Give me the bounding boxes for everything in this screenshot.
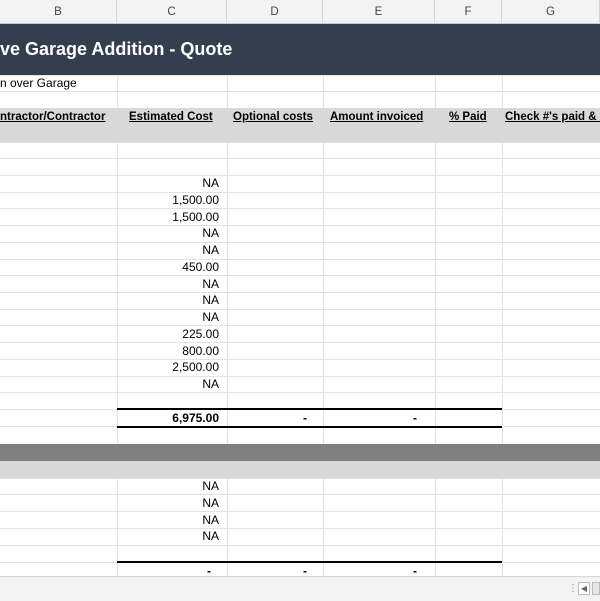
header-label: % Paid bbox=[449, 110, 487, 123]
column-letter: D bbox=[270, 5, 279, 18]
header-optional-costs[interactable]: Optional costs bbox=[233, 108, 321, 125]
gridline bbox=[0, 75, 600, 76]
total-optional-costs[interactable]: - bbox=[227, 409, 307, 427]
column-header-d[interactable]: D bbox=[227, 0, 323, 24]
gridline bbox=[0, 478, 600, 479]
total-amount-invoiced[interactable]: - bbox=[323, 409, 417, 427]
section-band bbox=[0, 461, 600, 478]
header-label: Amount invoiced bbox=[330, 110, 424, 123]
gridline bbox=[0, 175, 600, 176]
estimated-cost-cell[interactable]: NA bbox=[117, 225, 223, 242]
estimated-cost-cell[interactable]: NA bbox=[117, 528, 223, 545]
column-letter: E bbox=[374, 5, 383, 18]
header-subcontractor[interactable]: ntractor/Contractor bbox=[0, 108, 115, 125]
gridline bbox=[0, 242, 600, 243]
column-header-b[interactable]: B bbox=[0, 0, 117, 24]
horizontal-scrollbar-area: ⋮ ◀ bbox=[0, 576, 600, 601]
estimated-cost-cell[interactable]: 2,500.00 bbox=[117, 359, 223, 376]
gridline bbox=[0, 158, 600, 159]
section-divider-band bbox=[0, 444, 600, 461]
gridline bbox=[0, 392, 600, 393]
quote-title-banner: ve Garage Addition - Quote bbox=[0, 24, 600, 75]
page-title: ve Garage Addition - Quote bbox=[0, 39, 233, 59]
scroll-left-arrow-icon[interactable]: ◀ bbox=[578, 582, 590, 595]
header-label: ntractor/Contractor bbox=[0, 110, 106, 123]
gridline bbox=[0, 192, 600, 193]
column-letter: B bbox=[54, 5, 62, 18]
gridline bbox=[0, 259, 600, 260]
column-header-e[interactable]: E bbox=[323, 0, 435, 24]
estimated-cost-cell[interactable]: NA bbox=[117, 376, 223, 393]
header-estimated-cost[interactable]: Estimated Cost bbox=[129, 108, 225, 125]
estimated-cost-cell[interactable]: NA bbox=[117, 276, 223, 293]
column-header-c[interactable]: C bbox=[117, 0, 227, 24]
gridline bbox=[0, 528, 600, 529]
column-letter: G bbox=[546, 5, 555, 18]
gridline bbox=[0, 325, 600, 326]
header-label: Estimated Cost bbox=[129, 110, 213, 123]
gridline bbox=[0, 511, 600, 512]
gridline bbox=[0, 359, 600, 360]
gridline bbox=[0, 376, 600, 377]
gridline bbox=[0, 309, 600, 310]
header-amount-invoiced[interactable]: Amount invoiced bbox=[330, 108, 434, 125]
column-header-g[interactable]: G bbox=[502, 0, 600, 24]
subtitle-text: n over Garage bbox=[0, 76, 77, 90]
header-pct-paid[interactable]: % Paid bbox=[449, 108, 501, 125]
gridline bbox=[0, 275, 600, 276]
estimated-cost-cell[interactable]: 450.00 bbox=[117, 259, 223, 276]
estimated-cost-cell[interactable]: NA bbox=[117, 292, 223, 309]
total-estimated-cost[interactable]: 6,975.00 bbox=[117, 409, 223, 427]
scroll-separator-icon[interactable]: ⋮ bbox=[568, 584, 578, 594]
estimated-cost-cell[interactable]: NA bbox=[117, 175, 223, 192]
column-header-f[interactable]: F bbox=[435, 0, 502, 24]
estimated-cost-cell[interactable]: NA bbox=[117, 512, 223, 529]
estimated-cost-cell[interactable]: NA bbox=[117, 242, 223, 259]
gridline bbox=[0, 142, 600, 143]
gridline bbox=[0, 494, 600, 495]
estimated-cost-cell[interactable]: 1,500.00 bbox=[117, 192, 223, 209]
section-band bbox=[0, 125, 600, 142]
gridline bbox=[0, 225, 600, 226]
scrollbar-track[interactable] bbox=[592, 582, 600, 595]
column-letter: F bbox=[464, 5, 472, 18]
subtitle-cell[interactable]: n over Garage bbox=[0, 75, 77, 92]
estimated-cost-cell[interactable]: 225.00 bbox=[117, 326, 223, 343]
estimated-cost-cell[interactable]: 1,500.00 bbox=[117, 209, 223, 226]
header-label: Check #'s paid & d bbox=[505, 110, 600, 123]
gridline bbox=[0, 292, 600, 293]
gridline bbox=[0, 91, 600, 92]
header-check-paid[interactable]: Check #'s paid & d bbox=[505, 108, 600, 125]
estimated-cost-cell[interactable]: NA bbox=[117, 309, 223, 326]
estimated-cost-cell[interactable]: NA bbox=[117, 495, 223, 512]
column-letter: C bbox=[167, 5, 176, 18]
estimated-cost-cell[interactable]: NA bbox=[117, 478, 223, 495]
gridline bbox=[0, 545, 600, 546]
gridline bbox=[0, 342, 600, 343]
header-label: Optional costs bbox=[233, 110, 313, 123]
estimated-cost-cell[interactable]: 800.00 bbox=[117, 343, 223, 360]
gridline bbox=[0, 208, 600, 209]
